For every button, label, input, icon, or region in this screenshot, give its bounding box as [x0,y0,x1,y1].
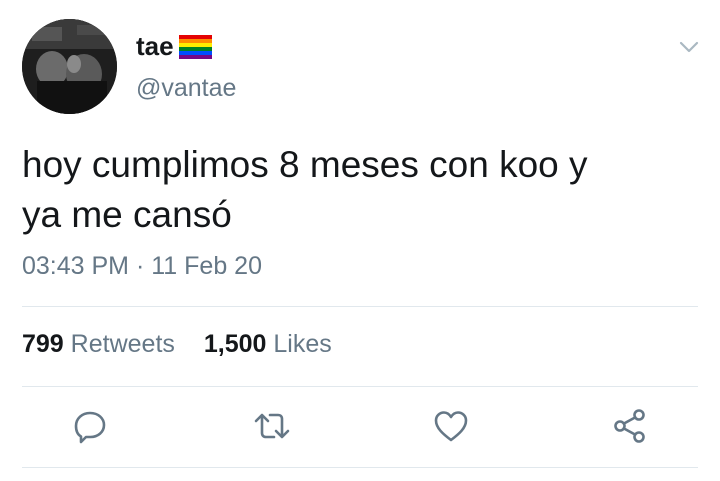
likes-stat[interactable]: 1,500 Likes [204,330,332,359]
display-name[interactable]: tae [136,31,212,62]
likes-label: Likes [273,330,332,358]
retweets-stat[interactable]: 799 Retweets [22,330,175,359]
tweet-text: hoy cumplimos 8 meses con koo y ya me ca… [22,140,702,240]
share-icon [614,409,645,443]
retweets-count: 799 [22,330,64,358]
tweet-text-line: ya me cansó [22,194,232,235]
divider [22,467,698,468]
avatar[interactable] [22,19,117,114]
divider [22,306,698,307]
tweet-date: 11 Feb 20 [151,252,262,280]
tweet-timestamp[interactable]: 03:43 PM · 11 Feb 20 [22,252,262,281]
tweet-time: 03:43 PM [22,252,130,280]
display-name-text: tae [136,31,174,61]
timestamp-separator: · [135,252,145,280]
reply-button[interactable] [70,406,110,446]
like-button[interactable] [431,406,471,446]
heart-icon [434,411,468,442]
retweet-button[interactable] [252,406,292,446]
avatar-photo [22,19,117,114]
retweets-label: Retweets [70,330,175,358]
share-button[interactable] [610,406,650,446]
divider [22,386,698,387]
chevron-down-icon[interactable] [678,36,700,58]
retweet-icon [254,413,290,439]
reply-icon [74,411,106,444]
tweet-text-line: hoy cumplimos 8 meses con koo y [22,144,588,185]
rainbow-flag-icon [178,34,212,59]
user-handle[interactable]: @vantae [136,74,236,103]
tweet-stats: 799 Retweets 1,500 Likes [22,330,354,359]
likes-count: 1,500 [203,330,267,358]
action-bar [0,406,720,446]
